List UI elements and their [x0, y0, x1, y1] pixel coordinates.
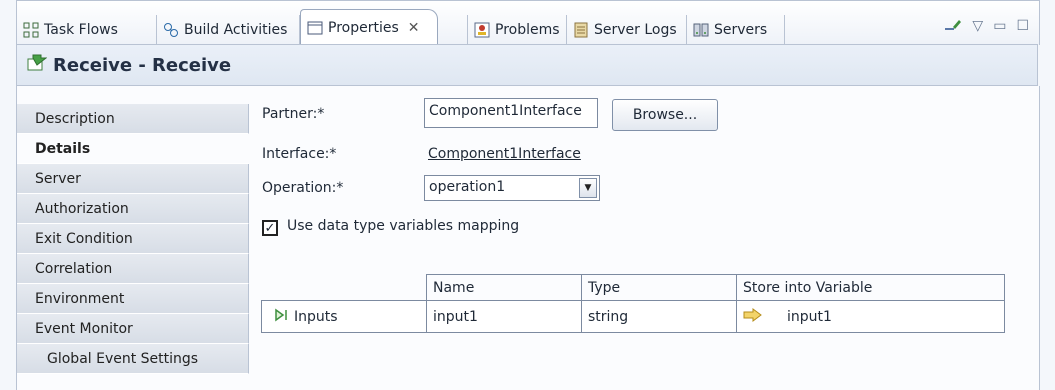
- arrow-right-icon: [743, 307, 763, 326]
- pin-editor-icon[interactable]: [944, 17, 962, 35]
- inputs-table: Name Type Store into Variable Inputs inp…: [261, 274, 1005, 333]
- variable-value: input1: [787, 308, 832, 325]
- tab-label: Task Flows: [44, 22, 118, 38]
- table-row[interactable]: Inputs input1 string input1: [261, 300, 1005, 333]
- tab-task-flows[interactable]: Task Flows: [17, 15, 157, 45]
- interface-label: Interface:*: [262, 146, 337, 162]
- sidebar-item-authorization[interactable]: Authorization: [17, 194, 249, 224]
- tab-build-activities[interactable]: Build Activities: [157, 15, 300, 45]
- properties-icon: [307, 20, 323, 36]
- tab-label: Servers: [714, 22, 768, 38]
- sidebar-item-environment[interactable]: Environment: [17, 284, 249, 314]
- sidebar-item-description[interactable]: Description: [17, 104, 249, 134]
- browse-button[interactable]: Browse...: [612, 99, 718, 131]
- problems-icon: [474, 22, 490, 38]
- minimize-icon[interactable]: ▭: [993, 18, 1006, 34]
- view-tab-bar: Task Flows Build Activities Properties ✕…: [16, 0, 1040, 45]
- view-controls: ▽ ▭ ☐: [944, 17, 1029, 35]
- checkmark-icon: ✓: [264, 220, 276, 236]
- data-type-mapping-label: Use data type variables mapping: [287, 218, 520, 234]
- row-label: Inputs: [294, 308, 338, 325]
- tab-label: Properties: [328, 19, 399, 36]
- sidebar-item-details[interactable]: Details: [17, 134, 249, 164]
- sidebar-item-event-monitor[interactable]: Event Monitor: [17, 314, 249, 344]
- page-title: Receive - Receive: [53, 54, 232, 76]
- sidebar-item-server[interactable]: Server: [17, 164, 249, 194]
- task-flows-icon: [23, 22, 39, 38]
- operation-select-value: operation1: [429, 179, 506, 195]
- properties-body: Description Details Server Authorization…: [16, 86, 1040, 390]
- tab-server-logs[interactable]: Server Logs: [567, 15, 687, 45]
- tab-label: Build Activities: [184, 22, 288, 38]
- data-type-mapping-checkbox[interactable]: ✓: [262, 220, 278, 236]
- servers-icon: [693, 22, 709, 38]
- column-header-name[interactable]: Name: [426, 274, 582, 301]
- receive-icon: [27, 54, 48, 76]
- column-header-store-into-variable[interactable]: Store into Variable: [736, 274, 1005, 301]
- tab-problems[interactable]: Problems: [467, 15, 567, 45]
- partner-label: Partner:*: [262, 106, 325, 122]
- chevron-down-icon[interactable]: ▼: [579, 178, 597, 198]
- server-logs-icon: [573, 22, 589, 38]
- sidebar-item-global-event-settings[interactable]: Global Event Settings: [17, 344, 249, 374]
- tab-label: Problems: [495, 22, 560, 38]
- build-activities-icon: [163, 22, 179, 38]
- inputs-icon: [274, 308, 290, 326]
- column-header-type[interactable]: Type: [581, 274, 737, 301]
- cell-type[interactable]: string: [581, 300, 737, 333]
- sidebar-item-correlation[interactable]: Correlation: [17, 254, 249, 284]
- table-header-row: Name Type Store into Variable: [261, 274, 1005, 301]
- operation-label: Operation:*: [262, 180, 344, 196]
- close-tab-icon[interactable]: ✕: [408, 20, 420, 36]
- properties-sidebar: Description Details Server Authorization…: [17, 104, 249, 374]
- cell-name[interactable]: input1: [426, 300, 582, 333]
- operation-select[interactable]: operation1 ▼: [424, 175, 600, 201]
- cell-store-into-variable[interactable]: input1: [736, 300, 1005, 333]
- row-label-cell: Inputs: [261, 300, 427, 333]
- table-header-corner: [261, 274, 427, 301]
- tab-properties[interactable]: Properties ✕: [300, 9, 438, 45]
- maximize-icon[interactable]: ☐: [1016, 18, 1029, 34]
- tab-servers[interactable]: Servers: [687, 15, 785, 45]
- partner-field[interactable]: Component1Interface: [424, 98, 598, 128]
- view-menu-icon[interactable]: ▽: [972, 18, 983, 34]
- interface-link[interactable]: Component1Interface: [428, 146, 581, 162]
- section-title-bar: Receive - Receive: [16, 44, 1038, 86]
- tab-label: Server Logs: [594, 22, 677, 38]
- sidebar-item-exit-condition[interactable]: Exit Condition: [17, 224, 249, 254]
